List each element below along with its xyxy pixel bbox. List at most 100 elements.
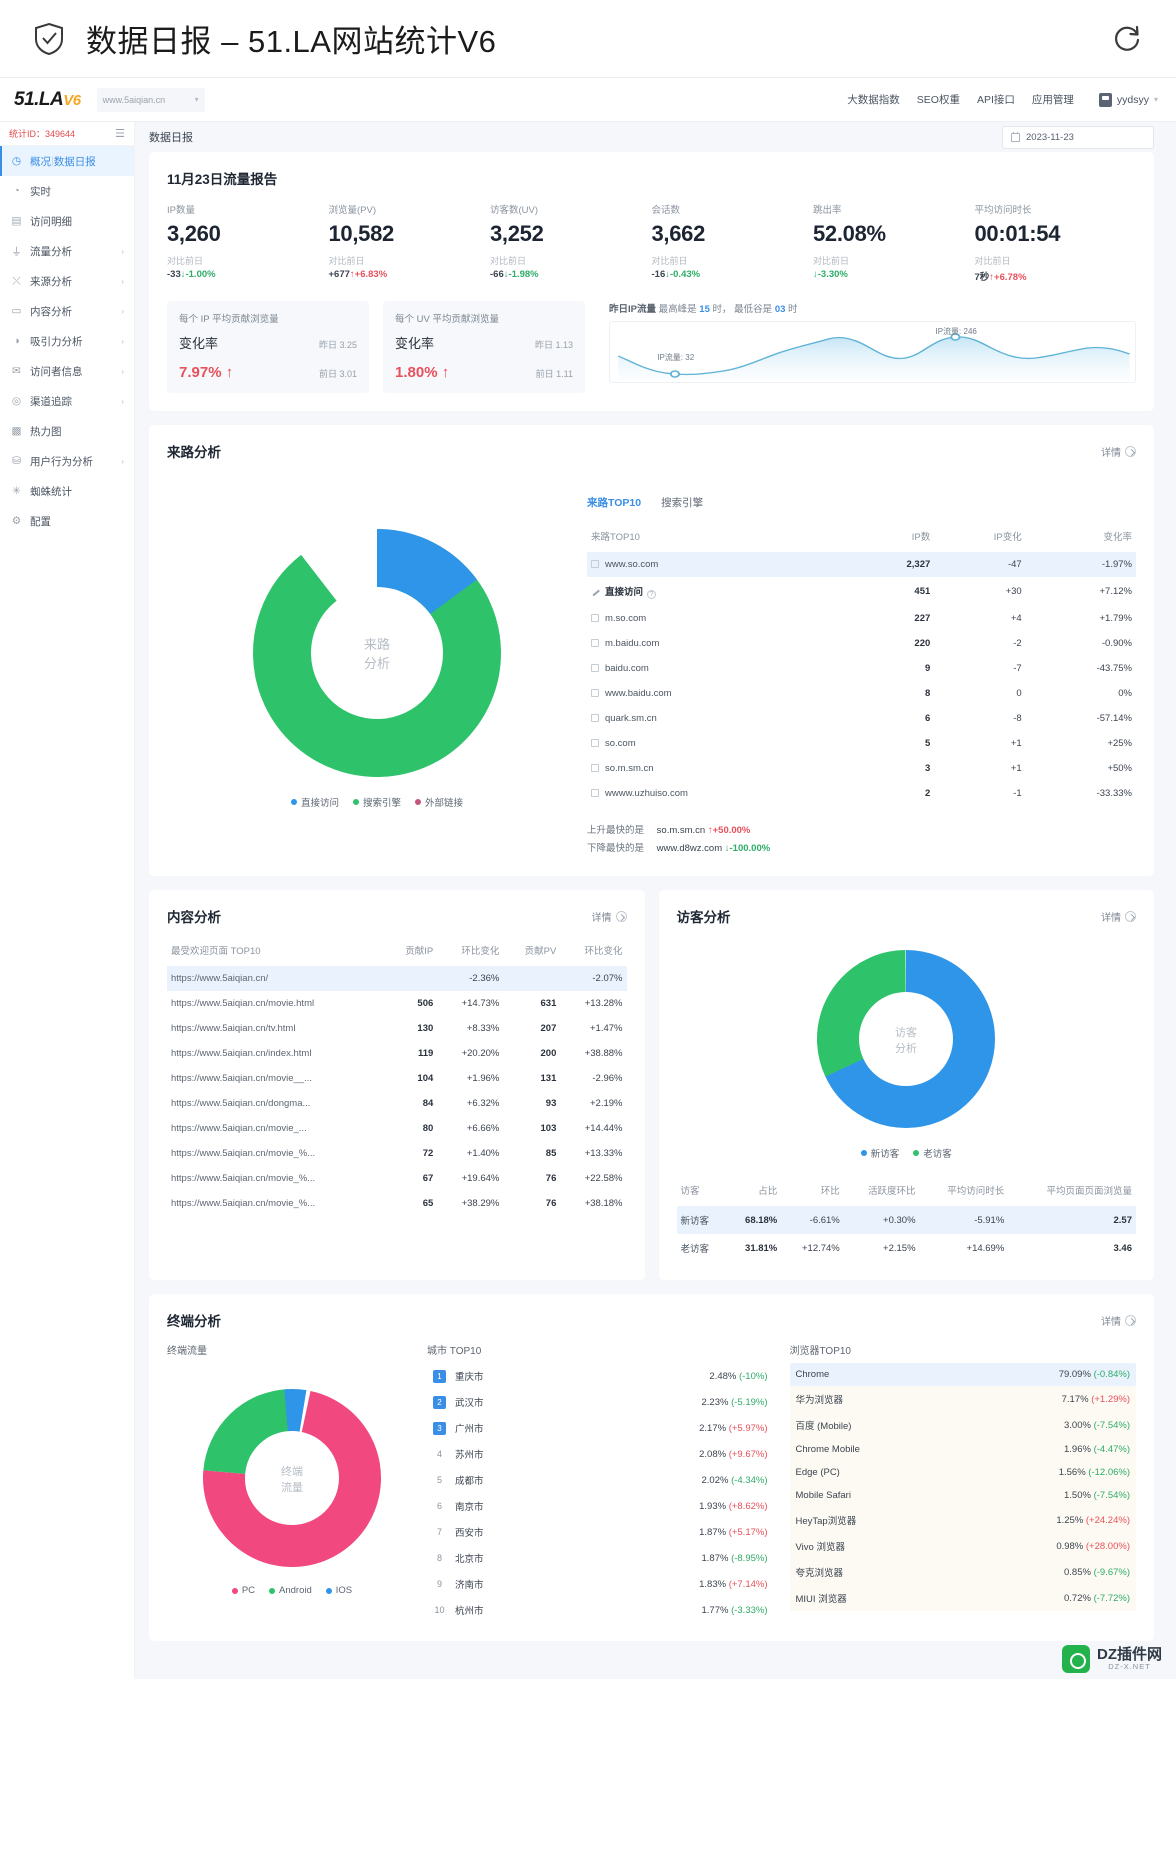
content-row[interactable]: https://www.5aiqian.cn/movie_%... 65 +38.2… — [167, 1191, 627, 1216]
referrer-legend-item-1[interactable]: 搜索引擎 — [352, 795, 401, 809]
sidebar-item-10[interactable]: ⛁ 用户行为分析 › — [0, 446, 134, 476]
content-row-page[interactable]: https://www.5aiqian.cn/movie_%... — [167, 1166, 386, 1191]
referrer-detail-link[interactable]: 详情 — [1101, 444, 1136, 459]
content-row[interactable]: https://www.5aiqian.cn/tv.html 130 +8.33% 2… — [167, 1016, 627, 1041]
content-row-ip-change: -2.36% — [437, 966, 504, 992]
sidebar-item-11[interactable]: ✳ 蜘蛛统计 — [0, 476, 134, 506]
sidebar-item-3[interactable]: ⏚ 流量分析 › — [0, 236, 134, 266]
referrer-row[interactable]: www.baidu.com 8 0 0% — [587, 681, 1136, 706]
content-row-page[interactable]: https://www.5aiqian.cn/tv.html — [167, 1016, 386, 1041]
referrer-row[interactable]: wwww.uzhuiso.com 2 -1 -33.33% — [587, 781, 1136, 806]
city-row[interactable]: 8 北京市 1.87% (-8.95%) — [427, 1545, 774, 1571]
nav-link-apps[interactable]: 应用管理 — [1032, 92, 1074, 107]
content-row-page[interactable]: https://www.5aiqian.cn/movie_... — [167, 1116, 386, 1141]
content-detail-link[interactable]: 详情 — [592, 909, 627, 924]
content-row-page[interactable]: https://www.5aiqian.cn/ — [167, 966, 386, 992]
help-icon[interactable]: ? — [647, 590, 657, 599]
terminal-legend-item-0[interactable]: PC — [231, 1585, 255, 1596]
sidebar-item-2[interactable]: ▤ 访问明细 — [0, 206, 134, 236]
content-row-page[interactable]: https://www.5aiqian.cn/movie__... — [167, 1066, 386, 1091]
content-row-page[interactable]: https://www.5aiqian.cn/movie_%... — [167, 1141, 386, 1166]
city-row[interactable]: 4 苏州市 2.08% (+9.67%) — [427, 1441, 774, 1467]
brand-logo[interactable]: 51.LAV6 — [14, 89, 81, 111]
content-row[interactable]: https://www.5aiqian.cn/movie.html 506 +14.… — [167, 991, 627, 1016]
terminal-legend-item-1[interactable]: Android — [269, 1585, 312, 1596]
user-menu[interactable]: yydsyy ▾ — [1098, 92, 1158, 107]
referrer-tab-1[interactable]: 搜索引擎 — [661, 495, 703, 510]
visitor-table-body: 新访客 68.18% -6.61% +0.30% -5.91% 2.57 老访客 31.81%… — [676, 1206, 1137, 1262]
visitor-legend-item-0[interactable]: 新访客 — [860, 1146, 899, 1160]
content-row[interactable]: https://www.5aiqian.cn/movie__... 104 +1.9… — [167, 1066, 627, 1091]
browser-row[interactable]: MIUI 浏览器 0.72% (-7.72%) — [789, 1585, 1136, 1612]
nav-link-bigdata[interactable]: 大数据指数 — [847, 92, 900, 107]
referrer-name-text: 直接访问 — [605, 587, 644, 598]
sidebar-item-6[interactable]: ◑ 吸引力分析 › — [0, 326, 134, 356]
visitor-row[interactable]: 老访客 31.81% +12.74% +2.15% +14.69% 3.46 — [677, 1234, 1137, 1262]
content-row[interactable]: https://www.5aiqian.cn/movie_%... 67 +19.6… — [167, 1166, 627, 1191]
referrer-row[interactable]: www.so.com 2,327 -47 -1.97% — [587, 552, 1136, 577]
content-row[interactable]: https://www.5aiqian.cn/index.html 119 +20.… — [167, 1041, 627, 1066]
terminal-legend-item-2[interactable]: IOS — [325, 1585, 352, 1596]
sidebar-item-label: 内容分析 — [30, 305, 72, 318]
referrer-row[interactable]: so.m.sm.cn 3 +1 +50% — [587, 756, 1136, 781]
referrer-tab-0[interactable]: 来路TOP10 — [587, 495, 641, 510]
browser-row[interactable]: Mobile Safari 1.50% (-7.54%) — [789, 1484, 1136, 1508]
referrer-row[interactable]: so.com 5 +1 +25% — [587, 731, 1136, 756]
sidebar-item-12[interactable]: ⚙ 配置 — [0, 506, 134, 536]
city-row[interactable]: 6 南京市 1.93% (+8.62%) — [427, 1493, 774, 1519]
nav-link-api[interactable]: API接口 — [977, 92, 1015, 107]
referrer-row[interactable]: baidu.com 9 -7 -43.75% — [587, 656, 1136, 681]
content-row[interactable]: https://www.5aiqian.cn/ -2.36% -2.07% — [167, 966, 627, 992]
kpi-delta: -16↓-0.43% — [652, 269, 814, 280]
city-row[interactable]: 3 广州市 2.17% (+5.97%) — [427, 1415, 774, 1441]
sidebar-item-1[interactable]: ◔ 实时 — [0, 176, 134, 206]
sidebar-item-0[interactable]: ◷ 概况 | 数据日报 — [0, 146, 134, 176]
date-picker[interactable]: 2023-11-23 — [1002, 125, 1154, 149]
browser-row[interactable]: Vivo 浏览器 0.98% (+28.00%) — [789, 1533, 1136, 1560]
browser-row[interactable]: 百度 (Mobile) 3.00% (-7.54%) — [789, 1412, 1136, 1439]
content-row-page[interactable]: https://www.5aiqian.cn/movie_%... — [167, 1191, 386, 1216]
collapse-menu-icon[interactable]: ☰ — [115, 127, 125, 140]
sidebar-item-sublabel[interactable]: 数据日报 — [54, 154, 96, 169]
browser-row[interactable]: Chrome Mobile 1.96% (-4.47%) — [789, 1438, 1136, 1462]
content-row-page[interactable]: https://www.5aiqian.cn/dongma... — [167, 1091, 386, 1116]
city-row[interactable]: 5 成都市 2.02% (-4.34%) — [427, 1467, 774, 1493]
referrer-legend-item-2[interactable]: 外部链接 — [415, 795, 463, 809]
browser-row[interactable]: HeyTap浏览器 1.25% (+24.24%) — [789, 1507, 1136, 1534]
sidebar-item-8[interactable]: ◎ 渠道追踪 › — [0, 386, 134, 416]
site-selector[interactable]: www.5aiqian.cn ▾ — [96, 87, 205, 112]
sidebar-item-5[interactable]: ▭ 内容分析 › — [0, 296, 134, 326]
sidebar-item-9[interactable]: ▩ 热力图 — [0, 416, 134, 446]
content-row[interactable]: https://www.5aiqian.cn/movie_... 80 +6.66%… — [167, 1116, 627, 1141]
city-row[interactable]: 9 济南市 1.83% (+7.14%) — [427, 1571, 774, 1597]
terminal-card-head: 终端分析 详情 — [167, 1310, 1136, 1330]
refresh-icon[interactable] — [1112, 24, 1142, 54]
referrer-row[interactable]: 直接访问? 451 +30 +7.12% — [587, 577, 1136, 606]
visitor-row[interactable]: 新访客 68.18% -6.61% +0.30% -5.91% 2.57 — [676, 1206, 1136, 1235]
referrer-row[interactable]: m.baidu.com 220 -2 -0.90% — [587, 631, 1136, 656]
browser-row[interactable]: Edge (PC) 1.56% (-12.06%) — [789, 1461, 1136, 1485]
chevron-right-icon: › — [121, 246, 124, 256]
browser-row[interactable]: 夸克浏览器 0.85% (-9.67%) — [789, 1559, 1136, 1586]
browser-change: (-7.54%) — [1093, 1419, 1130, 1431]
kpi-label: 跳出率 — [813, 205, 842, 216]
terminal-detail-link[interactable]: 详情 — [1101, 1313, 1136, 1328]
city-row[interactable]: 7 西安市 1.87% (+5.17%) — [427, 1519, 774, 1545]
referrer-legend-item-0[interactable]: 直接访问 — [290, 795, 339, 809]
content-row[interactable]: https://www.5aiqian.cn/movie_%... 72 +1.40… — [167, 1141, 627, 1166]
sidebar-item-4[interactable]: ⤬ 来源分析 › — [0, 266, 134, 296]
content-row[interactable]: https://www.5aiqian.cn/dongma... 84 +6.32%… — [167, 1091, 627, 1116]
content-row-page[interactable]: https://www.5aiqian.cn/movie.html — [167, 991, 386, 1016]
visitor-legend-item-1[interactable]: 老访客 — [913, 1146, 952, 1160]
city-row[interactable]: 10 杭州市 1.77% (-3.33%) — [427, 1597, 774, 1623]
nav-link-seo[interactable]: SEO权重 — [917, 92, 960, 107]
sidebar-item-7[interactable]: ✉ 访问者信息 › — [0, 356, 134, 386]
visitor-detail-link[interactable]: 详情 — [1101, 909, 1136, 924]
content-row-page[interactable]: https://www.5aiqian.cn/index.html — [167, 1041, 386, 1066]
browser-row[interactable]: Chrome 79.09% (-0.84%) — [789, 1363, 1136, 1387]
city-row[interactable]: 2 武汉市 2.23% (-5.19%) — [427, 1389, 774, 1415]
referrer-row[interactable]: m.so.com 227 +4 +1.79% — [587, 606, 1136, 631]
referrer-row[interactable]: quark.sm.cn 6 -8 -57.14% — [587, 706, 1136, 731]
city-row[interactable]: 1 重庆市 2.48% (-10%) — [427, 1363, 774, 1389]
browser-row[interactable]: 华为浏览器 7.17% (+1.29%) — [789, 1386, 1136, 1413]
